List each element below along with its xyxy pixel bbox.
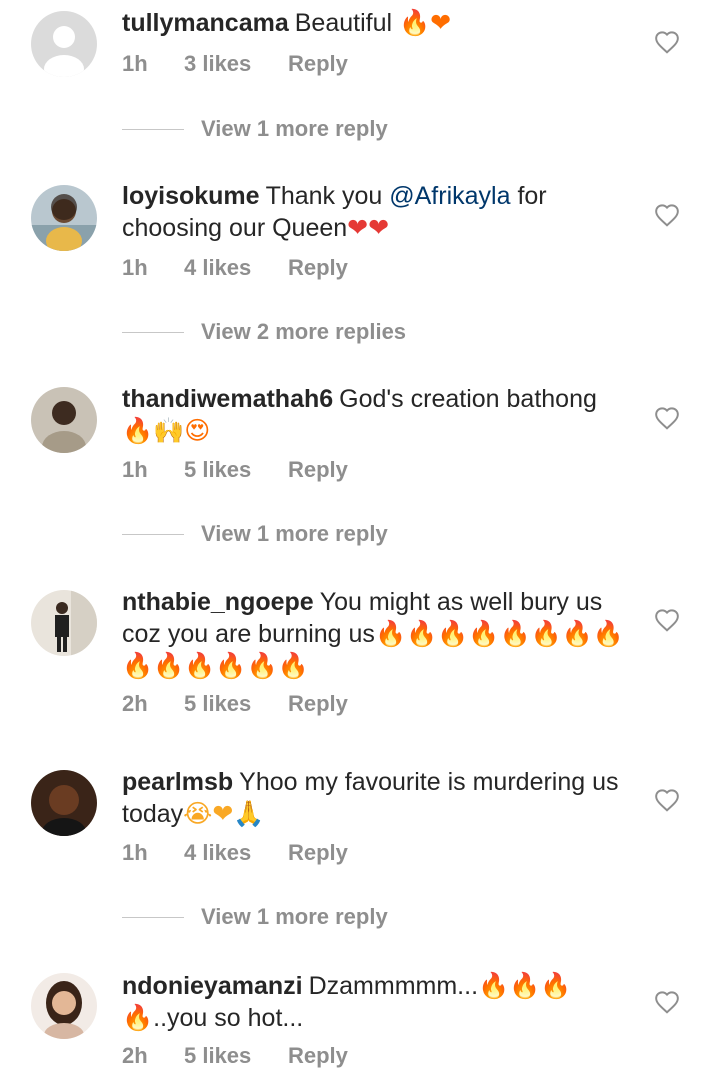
comment-username[interactable]: nthabie_ngoepe xyxy=(122,588,314,616)
heart-outline-icon[interactable] xyxy=(654,990,680,1014)
avatar[interactable] xyxy=(31,11,97,77)
comment-meta: 1h 5 likes Reply xyxy=(122,457,348,483)
heart-outline-icon[interactable] xyxy=(654,203,680,227)
comment-text: ndonieyamanzi Dzammmmm...🔥🔥🔥🔥..you so hot… xyxy=(122,970,642,1034)
comment-text: thandiwemathah6 God's creation bathong 🔥🙌😍 xyxy=(122,384,642,447)
view-more-replies[interactable]: View 1 more reply xyxy=(122,116,388,142)
comment-likes[interactable]: 5 likes xyxy=(184,691,288,717)
comment-likes[interactable]: 3 likes xyxy=(184,51,288,77)
view-more-label: View 1 more reply xyxy=(201,116,388,141)
comment-time: 2h xyxy=(122,1043,148,1068)
comment-username[interactable]: tullymancama xyxy=(122,9,289,37)
comment-body: Thank you xyxy=(265,182,390,210)
comment-meta: 1h 3 likes Reply xyxy=(122,51,348,77)
emoji: 🔥❤ xyxy=(399,8,452,37)
reply-button[interactable]: Reply xyxy=(288,840,348,866)
divider xyxy=(122,533,184,535)
comment-meta: 2h 5 likes Reply xyxy=(122,1043,348,1069)
comment-body: Dzammmmm... xyxy=(308,972,479,1000)
avatar[interactable] xyxy=(31,973,97,1039)
reply-button[interactable]: Reply xyxy=(288,457,348,483)
emoji: ❤❤ xyxy=(347,213,390,242)
emoji: 😭❤🙏 xyxy=(183,799,265,828)
comment-text: pearlmsb Yhoo my favourite is murdering u… xyxy=(122,767,642,830)
heart-outline-icon[interactable] xyxy=(654,608,680,632)
reply-button[interactable]: Reply xyxy=(288,1043,348,1069)
divider xyxy=(122,128,184,130)
view-more-label: View 2 more replies xyxy=(201,319,407,344)
comment-meta: 2h 5 likes Reply xyxy=(122,691,348,717)
avatar[interactable] xyxy=(31,770,97,836)
comment-time: 2h xyxy=(122,691,148,716)
divider xyxy=(122,331,184,333)
view-more-replies[interactable]: View 1 more reply xyxy=(122,521,388,547)
reply-button[interactable]: Reply xyxy=(288,51,348,77)
avatar[interactable] xyxy=(31,185,97,251)
comment-time: 1h xyxy=(122,840,148,865)
reply-button[interactable]: Reply xyxy=(288,691,348,717)
heart-outline-icon[interactable] xyxy=(654,406,680,430)
comment-likes[interactable]: 5 likes xyxy=(184,1043,288,1069)
view-more-replies[interactable]: View 1 more reply xyxy=(122,904,388,930)
comment-meta: 1h 4 likes Reply xyxy=(122,840,348,866)
avatar[interactable] xyxy=(31,387,97,453)
mention-link[interactable]: @Afrikayla xyxy=(389,182,510,210)
comment-time: 1h xyxy=(122,457,148,482)
comment-username[interactable]: thandiwemathah6 xyxy=(122,385,333,413)
reply-button[interactable]: Reply xyxy=(288,255,348,281)
comment-body: God's creation bathong xyxy=(339,385,597,413)
emoji: 🔥🙌😍 xyxy=(122,416,211,445)
comment-meta: 1h 4 likes Reply xyxy=(122,255,348,281)
comment-username[interactable]: pearlmsb xyxy=(122,768,233,796)
comment-username[interactable]: loyisokume xyxy=(122,182,260,210)
view-more-label: View 1 more reply xyxy=(201,904,388,929)
heart-outline-icon[interactable] xyxy=(654,30,680,54)
comment-text: nthabie_ngoepe You might as well bury us … xyxy=(122,587,642,682)
comment-text: loyisokume Thank you @Afrikayla for choos… xyxy=(122,181,642,244)
divider xyxy=(122,916,184,918)
comment-likes[interactable]: 5 likes xyxy=(184,457,288,483)
comment-likes[interactable]: 4 likes xyxy=(184,840,288,866)
comment-text: tullymancama Beautiful 🔥❤ xyxy=(122,7,642,39)
comment-time: 1h xyxy=(122,51,148,76)
heart-outline-icon[interactable] xyxy=(654,788,680,812)
comment-time: 1h xyxy=(122,255,148,280)
view-more-replies[interactable]: View 2 more replies xyxy=(122,319,406,345)
comment-likes[interactable]: 4 likes xyxy=(184,255,288,281)
avatar[interactable] xyxy=(31,590,97,656)
view-more-label: View 1 more reply xyxy=(201,521,388,546)
comment-username[interactable]: ndonieyamanzi xyxy=(122,972,303,1000)
comment-body: Beautiful xyxy=(294,9,399,37)
comment-body-cont: ..you so hot... xyxy=(153,1004,304,1032)
